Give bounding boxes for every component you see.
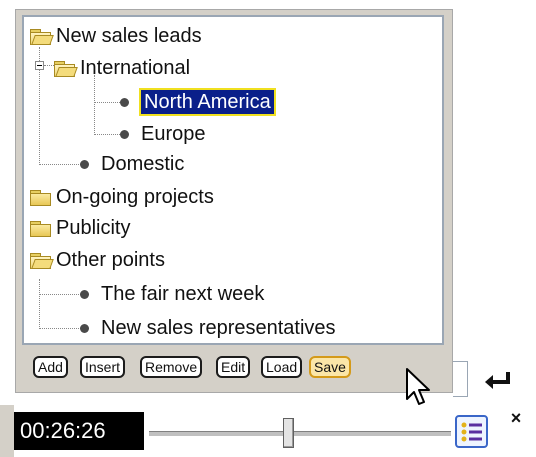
save-button[interactable]: Save [309,356,351,378]
tree-node-north-america[interactable]: North America [120,88,276,116]
enter-icon[interactable] [482,370,512,392]
seek-slider-thumb[interactable] [283,418,294,448]
bullet-icon [120,129,129,139]
load-button[interactable]: Load [261,356,303,378]
tree-node-label: New sales leads [56,25,202,47]
folder-closed-icon [30,189,51,206]
folder-open-icon [30,252,54,269]
outline-panel: New sales leads International North Amer… [15,9,453,393]
edit-button[interactable]: Edit [216,356,251,378]
tree-view[interactable]: New sales leads International North Amer… [22,15,444,345]
bullet-icon [80,289,89,299]
bullet-icon [80,159,89,169]
mouse-pointer-icon [406,368,430,405]
bullet-icon [80,323,89,333]
tree-node-new-sales-representatives[interactable]: New sales representatives [80,314,336,342]
tree-connector [94,75,95,135]
folder-open-icon [30,28,54,45]
close-icon[interactable]: × [508,409,524,427]
window-edge [0,405,14,457]
collapse-toggle[interactable] [35,61,44,70]
tree-connector [39,164,81,165]
remove-button[interactable]: Remove [140,356,203,378]
tree-connector [39,279,40,329]
tree-node-label: Other points [56,249,165,271]
tree-node-domestic[interactable]: Domestic [80,150,184,178]
time-display: 00:26:26 [14,412,144,450]
tree-node-label: On-going projects [56,186,214,208]
tree-node-label: The fair next week [101,283,265,305]
text-input[interactable] [453,361,468,397]
tree-node-new-sales-leads[interactable]: New sales leads [30,22,202,50]
tree-node-label: Europe [141,123,206,145]
add-button[interactable]: Add [33,356,68,378]
folder-open-icon [54,60,78,77]
seek-slider-track[interactable] [149,431,451,437]
tree-node-label-selected: North America [139,88,276,116]
tree-node-fair-next-week[interactable]: The fair next week [80,280,264,308]
tree-node-label: New sales representatives [101,317,336,339]
tree-node-international[interactable]: International [54,54,190,82]
list-icon[interactable] [455,415,488,448]
insert-button[interactable]: Insert [80,356,126,378]
tree-node-label: Publicity [56,217,131,239]
bullet-icon [120,97,129,107]
tree-node-label: Domestic [101,153,185,175]
tree-node-on-going-projects[interactable]: On-going projects [30,183,214,211]
tree-node-publicity[interactable]: Publicity [30,214,130,242]
folder-closed-icon [30,220,51,237]
tree-node-europe[interactable]: Europe [120,120,206,148]
tree-node-other-points[interactable]: Other points [30,246,165,274]
tree-node-label: International [80,57,191,79]
